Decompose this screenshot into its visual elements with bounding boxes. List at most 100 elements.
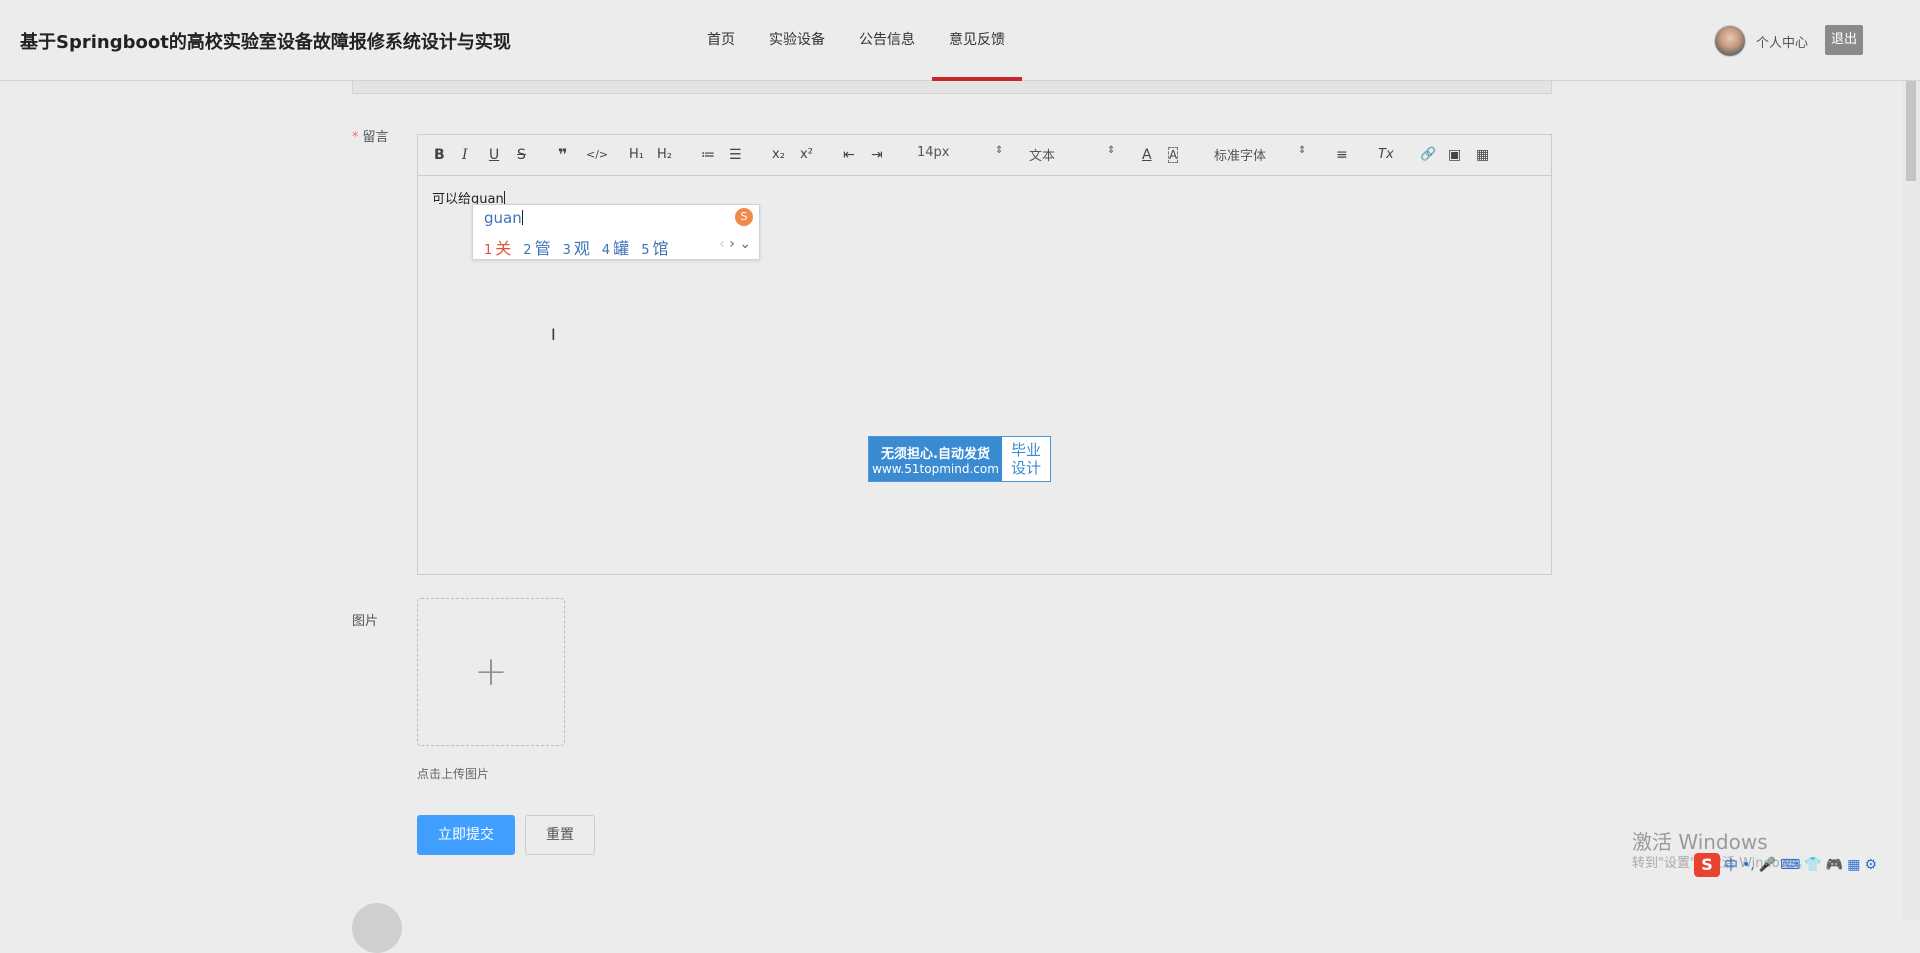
ime-candidate-window: guan S 1关 2管 3观 4罐 5馆 ‹ › ⌄ <box>472 204 760 260</box>
nav-feedback[interactable]: 意见反馈 <box>932 0 1022 81</box>
ime-input-text: guan <box>484 209 522 227</box>
ime-caret <box>521 210 523 225</box>
ime-candidate[interactable]: 1关 <box>484 235 511 259</box>
font-family-select[interactable]: 标准字体 ⇕ <box>1214 145 1306 164</box>
image-upload-box[interactable]: + <box>417 598 565 746</box>
ordered-list-button[interactable]: ≔ <box>701 145 715 165</box>
candidate-text: 关 <box>495 239 512 258</box>
candidate-text: 罐 <box>613 239 630 258</box>
text-caret <box>503 191 505 205</box>
site-title: 基于Springboot的高校实验室设备故障报修系统设计与实现 <box>20 32 511 53</box>
text-type-value: 文本 <box>1029 149 1056 164</box>
avatar[interactable] <box>1714 25 1746 57</box>
ime-next-icon[interactable]: › <box>729 236 735 252</box>
code-block-button[interactable]: </> <box>586 145 608 165</box>
watermark-left: 无须担心.自动发货 www.51topmind.com <box>869 437 1002 481</box>
scrollbar-thumb[interactable] <box>1906 81 1916 181</box>
link-button[interactable]: 🔗 <box>1420 145 1436 165</box>
watermark-badge: 无须担心.自动发货 www.51topmind.com 毕业 设计 <box>868 436 1051 482</box>
ime-candidate[interactable]: 4罐 <box>602 235 629 259</box>
header2-button[interactable]: H₂ <box>657 145 672 165</box>
image-button[interactable]: ▣ <box>1448 145 1461 165</box>
font-size-value: 14px <box>917 145 950 160</box>
ime-candidates: 1关 2管 3观 4罐 5馆 <box>484 235 668 259</box>
reset-button[interactable]: 重置 <box>525 815 595 855</box>
candidate-number: 1 <box>484 243 493 258</box>
game-icon[interactable]: 🎮 <box>1826 857 1843 873</box>
rich-text-editor: B I U S ❞ </> H₁ H₂ ≔ ☰ x₂ x² ⇤ ⇥ 14px ⇕… <box>417 134 1552 575</box>
nav-home[interactable]: 首页 <box>690 0 752 81</box>
watermark-line1: 无须担心.自动发货 <box>881 446 990 462</box>
watermark-right2: 设计 <box>1010 459 1041 477</box>
message-label: * 留言 <box>352 126 389 145</box>
ime-expand-icon[interactable]: ⌄ <box>739 236 751 252</box>
watermark-line2: www.51topmind.com <box>872 461 999 476</box>
outdent-button[interactable]: ⇤ <box>843 145 855 165</box>
bold-button[interactable]: B <box>434 145 445 165</box>
sogou-icon[interactable]: S <box>1694 853 1720 877</box>
font-size-select[interactable]: 14px ⇕ <box>917 145 1003 160</box>
main-nav: 首页 实验设备 公告信息 意见反馈 <box>690 0 1022 81</box>
editor-toolbar: B I U S ❞ </> H₁ H₂ ≔ ☰ x₂ x² ⇤ ⇥ 14px ⇕… <box>418 135 1551 176</box>
message-label-text: 留言 <box>362 130 389 145</box>
user-center-link[interactable]: 个人中心 <box>1756 32 1808 51</box>
text-type-select[interactable]: 文本 ⇕ <box>1029 145 1115 164</box>
ime-page-nav: ‹ › ⌄ <box>719 236 751 252</box>
toolbox-icon[interactable]: ▦ <box>1847 857 1860 873</box>
upload-hint: 点击上传图片 <box>417 767 490 781</box>
strike-button[interactable]: S <box>517 145 526 165</box>
font-family-arrow-icon: ⇕ <box>1298 145 1307 156</box>
nav-announcements[interactable]: 公告信息 <box>842 0 932 81</box>
candidate-number: 3 <box>562 243 571 258</box>
ime-composition: guan <box>484 209 523 227</box>
ime-prev-icon[interactable]: ‹ <box>719 236 725 252</box>
bullet-list-button[interactable]: ☰ <box>729 145 742 165</box>
font-family-value: 标准字体 <box>1214 149 1267 164</box>
watermark-right: 毕业 设计 <box>1002 437 1050 481</box>
ibeam-cursor-icon: I <box>551 325 556 344</box>
image-label: 图片 <box>352 614 379 629</box>
candidate-number: 5 <box>641 243 650 258</box>
candidate-text: 观 <box>573 239 590 258</box>
required-mark: * <box>352 130 359 145</box>
align-button[interactable]: ≡ <box>1336 145 1348 165</box>
subscript-button[interactable]: x₂ <box>772 145 785 165</box>
ime-candidate[interactable]: 3观 <box>563 235 590 259</box>
top-navbar: 基于Springboot的高校实验室设备故障报修系统设计与实现 首页 实验设备 … <box>0 0 1920 81</box>
blockquote-button[interactable]: ❞ <box>558 145 567 165</box>
candidate-number: 4 <box>601 243 611 258</box>
logout-button[interactable]: 退出 <box>1825 25 1863 55</box>
candidate-text: 管 <box>534 239 551 258</box>
header1-button[interactable]: H₁ <box>629 145 644 165</box>
indent-button[interactable]: ⇥ <box>871 145 883 165</box>
text-type-arrow-icon: ⇕ <box>1107 145 1116 156</box>
microphone-icon[interactable]: 🎤 <box>1759 857 1776 873</box>
ime-candidate[interactable]: 2管 <box>523 235 550 259</box>
page-scrollbar[interactable] <box>1902 81 1920 920</box>
ime-status-bar: S 中 •, 🎤 ⌨ 👕 🎮 ▦ ⚙ <box>1694 852 1920 878</box>
clean-format-button[interactable]: Tx <box>1378 145 1394 165</box>
previous-field-bottom <box>352 81 1552 94</box>
punctuation-icon[interactable]: •, <box>1742 857 1755 873</box>
superscript-button[interactable]: x² <box>800 145 813 165</box>
gear-icon[interactable]: ⚙ <box>1864 857 1877 873</box>
chinese-mode-icon[interactable]: 中 <box>1724 855 1738 875</box>
windows-activate-title: 激活 Windows <box>1632 830 1768 854</box>
candidate-number: 2 <box>523 243 532 258</box>
skin-icon[interactable]: 👕 <box>1804 857 1821 873</box>
underline-button[interactable]: U <box>489 145 499 165</box>
watermark-right1: 毕业 <box>1010 441 1041 459</box>
back-to-top-button[interactable] <box>352 903 402 953</box>
keyboard-icon[interactable]: ⌨ <box>1780 857 1800 873</box>
submit-button[interactable]: 立即提交 <box>417 815 515 855</box>
plus-icon: + <box>474 649 508 695</box>
font-color-button[interactable]: A <box>1142 145 1152 165</box>
candidate-text: 馆 <box>652 239 669 258</box>
ime-candidate[interactable]: 5馆 <box>641 235 668 259</box>
italic-button[interactable]: I <box>462 145 468 165</box>
nav-lab-equipment[interactable]: 实验设备 <box>752 0 842 81</box>
sogou-logo-icon[interactable]: S <box>735 208 753 226</box>
background-color-button[interactable]: A <box>1168 147 1179 163</box>
video-button[interactable]: ▦ <box>1476 145 1489 165</box>
font-size-arrow-icon: ⇕ <box>995 145 1004 156</box>
